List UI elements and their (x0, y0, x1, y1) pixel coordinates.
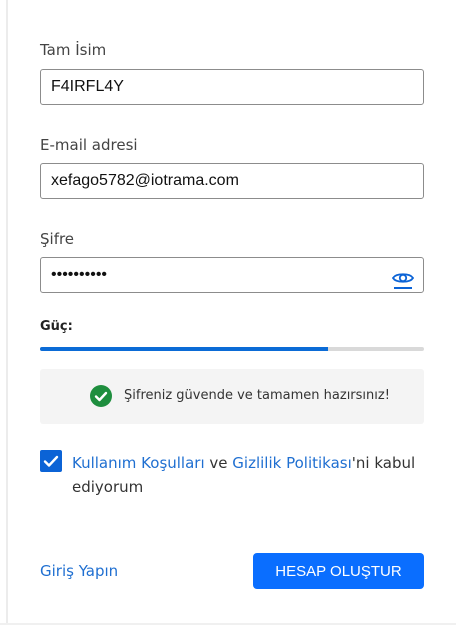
full-name-input[interactable] (40, 69, 424, 105)
terms-of-use-link[interactable]: Kullanım Koşulları (72, 454, 205, 472)
strength-label: Güç: (40, 319, 73, 334)
privacy-policy-link[interactable]: Gizlilik Politikası (232, 454, 351, 472)
email-input[interactable] (40, 163, 424, 199)
terms-checkbox[interactable] (40, 450, 62, 472)
full-name-label: Tam İsim (40, 41, 107, 59)
password-input[interactable] (40, 257, 424, 293)
eye-icon[interactable] (391, 267, 415, 291)
notice-text: Şifreniz güvende ve tamamen hazırsınız! (124, 388, 390, 403)
password-label: Şifre (40, 230, 75, 248)
strength-meter-fill (40, 347, 328, 351)
left-divider (6, 0, 8, 625)
strength-meter (40, 347, 424, 351)
check-circle-icon (90, 385, 112, 407)
signup-form: Tam İsim E-mail adresi Şifre Güç: Şifren… (0, 0, 456, 625)
create-account-button[interactable]: HESAP OLUŞTUR (253, 553, 424, 589)
checkmark-icon (43, 455, 59, 467)
terms-conjunction: ve (204, 454, 233, 472)
terms-text: Kullanım Koşulları ve Gizlilik Politikas… (72, 451, 432, 499)
password-notice: Şifreniz güvende ve tamamen hazırsınız! (40, 369, 424, 424)
email-label: E-mail adresi (40, 136, 138, 154)
login-link[interactable]: Giriş Yapın (40, 562, 118, 580)
